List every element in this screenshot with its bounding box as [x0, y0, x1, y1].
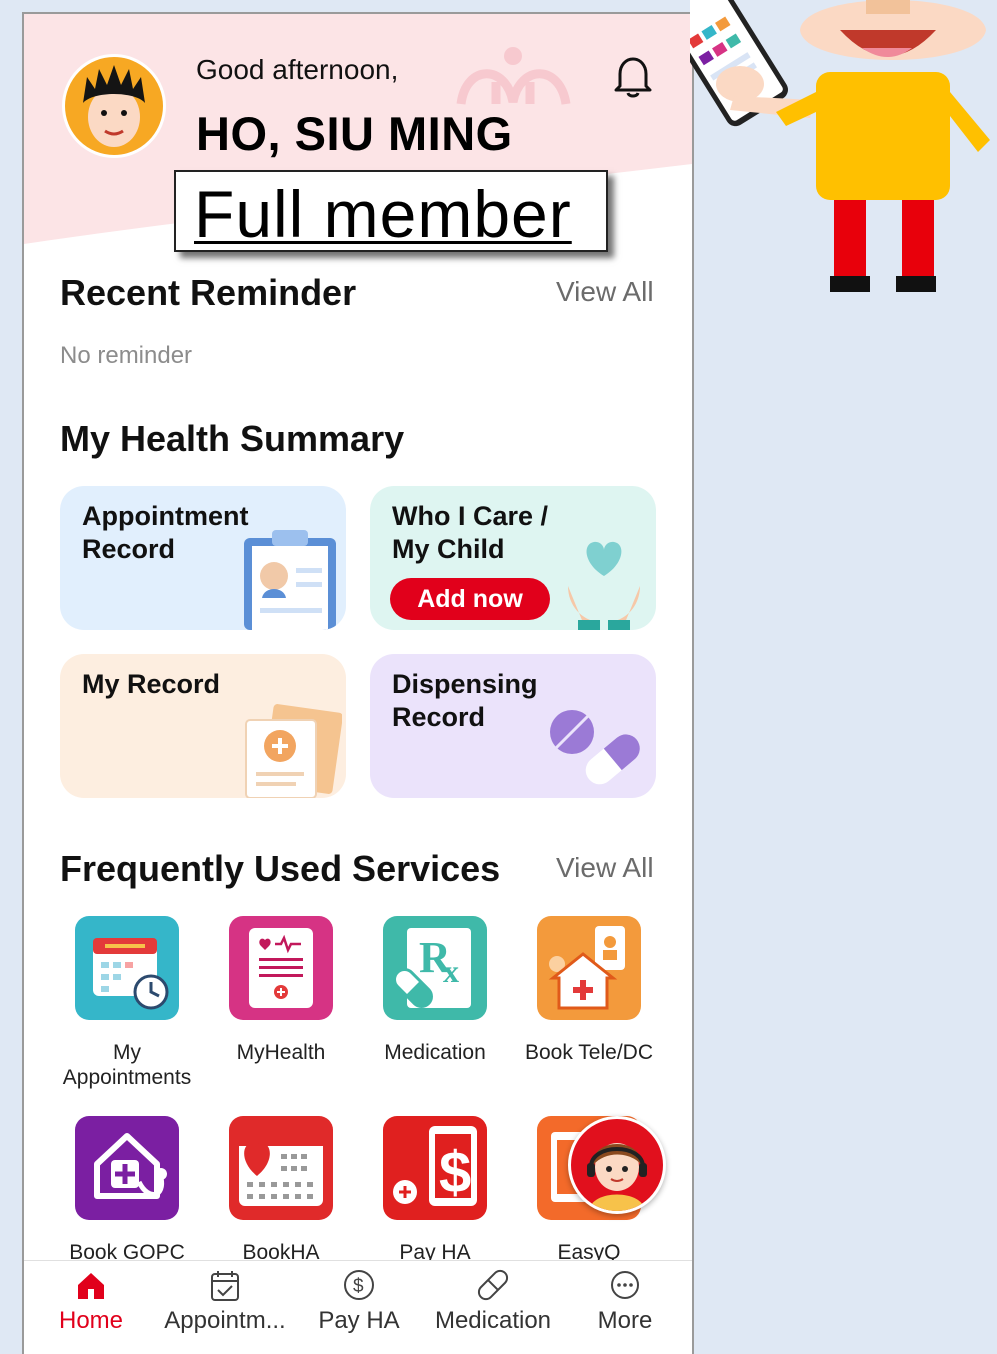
- payment-dollar-icon: $: [383, 1116, 487, 1220]
- ha-logo-watermark-icon: [456, 47, 571, 105]
- tab-home[interactable]: Home: [24, 1261, 158, 1354]
- rx-pill-icon: R x: [383, 916, 487, 1020]
- dispensing-record-card[interactable]: Dispensing Record: [370, 654, 656, 798]
- heart-hands-icon: [568, 541, 640, 630]
- svg-text:$: $: [353, 1276, 364, 1297]
- notification-bell-icon[interactable]: [612, 54, 654, 98]
- tab-label: More: [597, 1307, 653, 1334]
- service-my-appointments[interactable]: My Appointments: [50, 916, 204, 1090]
- bottom-tab-bar: Home Appointm... $ Pay HA Medication Mor…: [24, 1260, 692, 1354]
- service-bookha[interactable]: BookHA: [204, 1116, 358, 1265]
- telehealth-house-icon: [537, 916, 641, 1020]
- chat-assistant-button[interactable]: [568, 1116, 666, 1214]
- my-record-card[interactable]: My Record: [60, 654, 346, 798]
- clipboard-icon: [244, 530, 336, 630]
- svg-text:$: $: [439, 1140, 471, 1205]
- service-label: MyHealth: [236, 1041, 326, 1064]
- service-label: Medication: [384, 1041, 486, 1064]
- dollar-circle-icon: $: [344, 1270, 374, 1300]
- greeting-text: Good afternoon,: [196, 54, 399, 85]
- tab-label: Pay HA: [318, 1307, 400, 1334]
- tab-more[interactable]: More: [558, 1261, 692, 1354]
- tab-label: Medication: [434, 1307, 552, 1334]
- home-icon: [78, 1273, 104, 1299]
- membership-status-box: Full member: [174, 170, 608, 252]
- service-book-tele-dc[interactable]: Book Tele/DC: [512, 916, 666, 1065]
- tab-pay-ha[interactable]: $ Pay HA: [292, 1261, 426, 1354]
- no-reminder-text: No reminder: [60, 342, 193, 369]
- tab-medication[interactable]: Medication: [426, 1261, 560, 1354]
- calendar-check-icon: [211, 1271, 239, 1301]
- tab-appointments[interactable]: Appointm...: [158, 1261, 292, 1354]
- mascot-illustration: [690, 0, 990, 292]
- avatar[interactable]: [62, 54, 166, 158]
- svg-text:x: x: [443, 953, 459, 989]
- support-agent-icon: [587, 1143, 647, 1211]
- clinic-stethoscope-icon: [75, 1116, 179, 1220]
- recent-reminder-title: Recent Reminder: [60, 272, 357, 313]
- service-label: My Appointments: [62, 1041, 192, 1089]
- add-now-button[interactable]: Add now: [390, 578, 550, 620]
- frequently-used-services-title: Frequently Used Services: [60, 848, 501, 889]
- calendar-heart-icon: [229, 1116, 333, 1220]
- services-view-all-link[interactable]: View All: [556, 852, 654, 884]
- user-name: HO, SIU MING: [196, 107, 513, 160]
- calendar-clock-icon: [75, 916, 179, 1020]
- phone-screen: Good afternoon, HO, SIU MING Full member…: [22, 12, 694, 1354]
- membership-status: Full member: [194, 177, 572, 251]
- health-summary-title: My Health Summary: [60, 418, 405, 459]
- service-label: Book Tele/DC: [524, 1041, 653, 1064]
- medical-folder-icon: [245, 704, 342, 798]
- pill-icon: [477, 1269, 509, 1301]
- service-book-gopc[interactable]: Book GOPC: [50, 1116, 204, 1265]
- card-title: Who I Care / My Child: [392, 501, 549, 564]
- reminder-view-all-link[interactable]: View All: [556, 276, 654, 308]
- tab-label: Appointm...: [164, 1307, 286, 1334]
- appointment-record-card[interactable]: Appointment Record: [60, 486, 346, 630]
- pills-icon: [550, 710, 640, 785]
- tab-label: Home: [58, 1307, 124, 1334]
- service-medication[interactable]: R x Medication: [358, 916, 512, 1065]
- health-record-icon: [229, 916, 333, 1020]
- who-i-care-card[interactable]: Who I Care / My Child Add now: [370, 486, 656, 630]
- more-dots-icon: [611, 1271, 639, 1299]
- card-title: My Record: [82, 669, 221, 699]
- service-pay-ha[interactable]: $ Pay HA: [358, 1116, 512, 1265]
- service-myhealth[interactable]: MyHealth: [204, 916, 358, 1065]
